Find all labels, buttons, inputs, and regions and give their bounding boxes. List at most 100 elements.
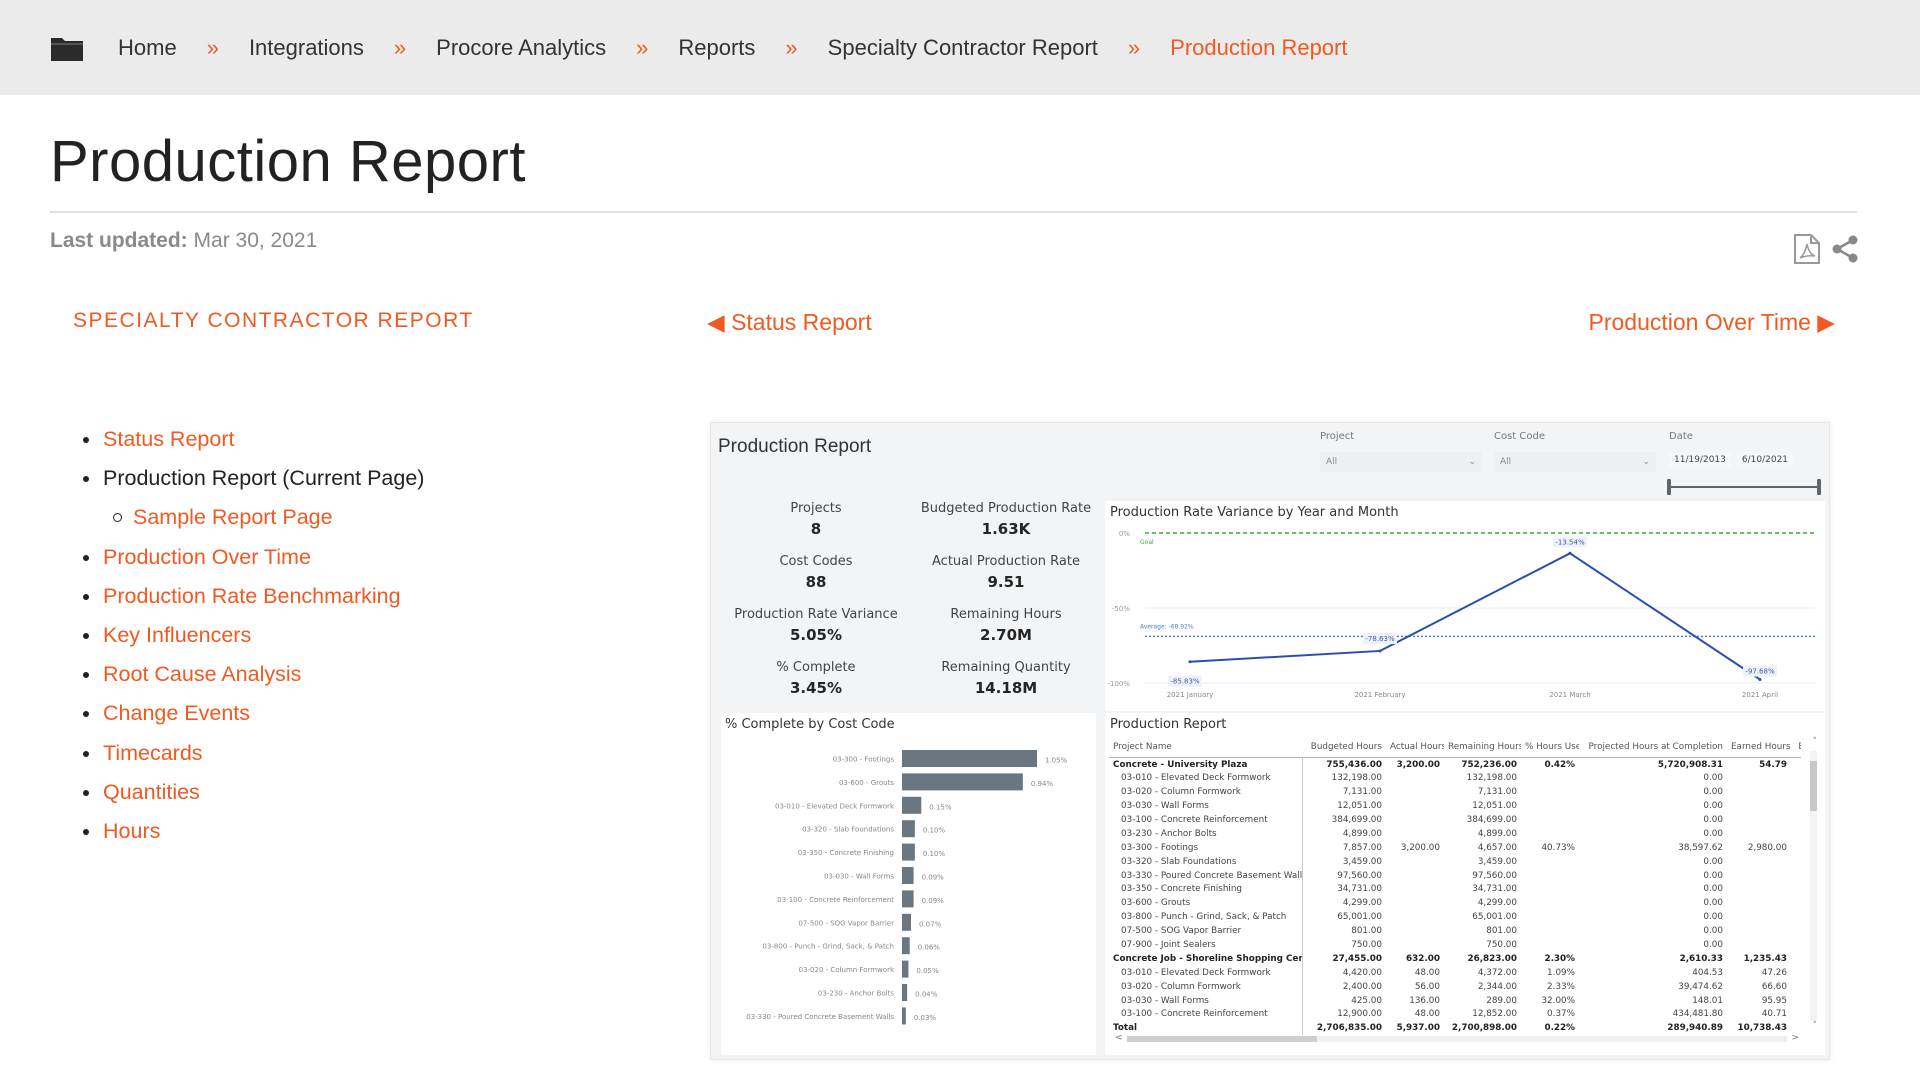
column-header[interactable]: Remaining Hours bbox=[1444, 739, 1521, 758]
table-cell: 48.00 bbox=[1414, 1009, 1440, 1020]
toc-item: Production Report (Current Page) bbox=[83, 459, 424, 498]
breadcrumb-item-procore-analytics[interactable]: Procore Analytics bbox=[436, 35, 606, 61]
table-row[interactable]: 03-100 - Concrete Reinforcement 384,699.0… bbox=[1109, 813, 1801, 827]
bar[interactable] bbox=[902, 820, 915, 838]
column-header[interactable]: Project Name bbox=[1109, 739, 1302, 758]
table-row[interactable]: 03-010 - Elevated Deck Formwork 4,420.00 4… bbox=[1109, 965, 1801, 980]
report-embed: Production Report Project All ⌄ Cost Cod… bbox=[710, 422, 1830, 1060]
table-cell bbox=[1791, 869, 1801, 883]
bar[interactable] bbox=[902, 750, 1037, 767]
scroll-left-icon[interactable]: < bbox=[1115, 1033, 1123, 1043]
table-row[interactable]: 03-020 - Column Formwork 7,131.00 7,131.00… bbox=[1109, 785, 1801, 800]
table-cell: 0.37% bbox=[1547, 1009, 1575, 1020]
project-slicer: Project All ⌄ bbox=[1320, 431, 1482, 472]
bar[interactable] bbox=[902, 960, 909, 978]
table-cell: 03-030 - Wall Forms bbox=[1109, 799, 1303, 814]
pdf-icon[interactable] bbox=[1793, 233, 1821, 265]
table-row[interactable]: 03-350 - Concrete Finishing 34,731.00 34,7… bbox=[1109, 882, 1801, 897]
toc-link-change-events[interactable]: Change Events bbox=[103, 701, 250, 726]
column-header[interactable]: Earned Hours bbox=[1727, 739, 1791, 758]
table-row[interactable]: 03-010 - Elevated Deck Formwork 132,198.0… bbox=[1109, 771, 1801, 786]
table-cell bbox=[1727, 938, 1791, 952]
table-row[interactable]: 03-030 - Wall Forms 425.00 136.00 289.00 32.… bbox=[1109, 993, 1801, 1008]
table-row[interactable]: 03-600 - Grouts 4,299.00 4,299.00 0.00 bbox=[1109, 896, 1801, 911]
scroll-down-icon[interactable]: ˅ bbox=[1813, 1021, 1818, 1031]
table-row[interactable]: 03-300 - Footings 7,857.00 3,200.00 4,657.0… bbox=[1109, 840, 1801, 855]
toc-link-status-report[interactable]: Status Report bbox=[103, 427, 234, 452]
toc-link-production-over-time[interactable]: Production Over Time bbox=[103, 545, 311, 570]
bar[interactable] bbox=[902, 867, 914, 884]
cost-code-dropdown[interactable]: All ⌄ bbox=[1494, 452, 1656, 472]
project-dropdown[interactable]: All ⌄ bbox=[1320, 452, 1482, 472]
table-row[interactable]: 07-500 - SOG Vapor Barrier 801.00 801.00 0.… bbox=[1109, 924, 1801, 939]
scroll-right-icon[interactable]: > bbox=[1791, 1033, 1799, 1043]
bar[interactable] bbox=[902, 843, 915, 861]
toc-link-root-cause-analysis[interactable]: Root Cause Analysis bbox=[103, 662, 301, 687]
table-row[interactable]: 03-020 - Column Formwork 2,400.00 56.00 2,3… bbox=[1109, 979, 1801, 994]
column-header[interactable]: Actual Hours bbox=[1386, 739, 1444, 758]
table-cell: 3,200.00 bbox=[1396, 759, 1440, 770]
bar[interactable] bbox=[902, 1007, 906, 1025]
bar[interactable] bbox=[902, 984, 908, 1001]
table-row[interactable]: 03-230 - Anchor Bolts 4,899.00 4,899.00 0.0… bbox=[1109, 826, 1801, 841]
table-row[interactable]: 03-320 - Slab Foundations 3,459.00 3,459.0… bbox=[1109, 854, 1801, 869]
prev-page-link[interactable]: ◀ Status Report bbox=[707, 309, 872, 336]
table-cell bbox=[1521, 924, 1579, 938]
toc-link-hours[interactable]: Hours bbox=[103, 819, 160, 844]
table-group-row[interactable]: Concrete Job - Shoreline Shopping Center… bbox=[1109, 951, 1801, 966]
breadcrumb-item-specialty-contractor-report[interactable]: Specialty Contractor Report bbox=[828, 35, 1098, 61]
bar[interactable] bbox=[902, 796, 922, 814]
table-vertical-scrollbar[interactable] bbox=[1810, 751, 1817, 1021]
date-start-input[interactable]: 11/19/2013 bbox=[1669, 452, 1731, 468]
table-cell bbox=[1791, 883, 1801, 897]
kpi-value: 9.51 bbox=[987, 573, 1025, 591]
table-cell: 27,455.00 bbox=[1332, 953, 1382, 964]
folder-icon[interactable] bbox=[50, 34, 84, 62]
table-cell: 12,051.00 bbox=[1472, 801, 1517, 812]
x-tick-label: 2021 January bbox=[1167, 691, 1214, 699]
column-header[interactable]: Bu bbox=[1791, 739, 1801, 758]
table-cell bbox=[1521, 869, 1579, 883]
bar[interactable] bbox=[902, 773, 1023, 791]
breadcrumb-item-home[interactable]: Home bbox=[118, 35, 177, 61]
table-cell bbox=[1791, 785, 1801, 799]
toc-link-sample-report-page[interactable]: Sample Report Page bbox=[133, 505, 333, 530]
bar[interactable] bbox=[902, 890, 914, 908]
table-cell: Concrete - University Plaza bbox=[1109, 757, 1303, 772]
table-horizontal-scrollbar[interactable] bbox=[1127, 1036, 1787, 1042]
table-total-row[interactable]: Total 2,706,835.00 5,937.00 2,700,898.00 0.2… bbox=[1109, 1021, 1801, 1036]
table-cell: 434,481.80 bbox=[1672, 1009, 1723, 1020]
table-row[interactable]: 03-800 - Punch - Grind, Sack, & Patch 65,… bbox=[1109, 910, 1801, 925]
table-cell: 750.00 bbox=[1351, 940, 1382, 951]
table-row[interactable]: 07-900 - Joint Sealers 750.00 750.00 0.00 bbox=[1109, 938, 1801, 952]
toc-link-production-rate-benchmarking[interactable]: Production Rate Benchmarking bbox=[103, 584, 401, 609]
column-header[interactable]: Budgeted Hours bbox=[1302, 739, 1386, 758]
column-header[interactable]: % Hours Used bbox=[1521, 739, 1579, 758]
table-cell bbox=[1386, 855, 1444, 869]
bar[interactable] bbox=[902, 913, 911, 931]
table-group-row[interactable]: Concrete - University Plaza 755,436.00 3,2… bbox=[1109, 757, 1801, 772]
table-row[interactable]: 03-030 - Wall Forms 12,051.00 12,051.00 0.0… bbox=[1109, 799, 1801, 814]
kpi-label: Cost Codes bbox=[779, 554, 853, 569]
next-page-link[interactable]: Production Over Time ▶ bbox=[1589, 309, 1836, 336]
breadcrumb-item-reports[interactable]: Reports bbox=[678, 35, 755, 61]
date-range-slider[interactable] bbox=[1667, 479, 1821, 495]
toc-item: Root Cause Analysis bbox=[83, 655, 424, 694]
share-icon[interactable] bbox=[1831, 234, 1859, 264]
toc-link-timecards[interactable]: Timecards bbox=[103, 741, 203, 766]
table-row[interactable]: 03-330 - Poured Concrete Basement Walls 9… bbox=[1109, 868, 1801, 883]
table-cell: 2,700,898.00 bbox=[1451, 1023, 1517, 1034]
data-label: -78.63% bbox=[1365, 635, 1395, 643]
table-cell: 3,459.00 bbox=[1342, 856, 1382, 867]
scroll-up-icon[interactable]: ˄ bbox=[1813, 737, 1818, 747]
breadcrumb-item-integrations[interactable]: Integrations bbox=[249, 35, 364, 61]
table-cell: 0.00 bbox=[1703, 898, 1723, 909]
toc-link-quantities[interactable]: Quantities bbox=[103, 780, 200, 805]
bar[interactable] bbox=[902, 937, 910, 955]
table-cell: 3,459.00 bbox=[1477, 856, 1517, 867]
column-header[interactable]: Projected Hours at Completion bbox=[1579, 739, 1727, 758]
toc-link-key-influencers[interactable]: Key Influencers bbox=[103, 623, 251, 648]
table-cell bbox=[1791, 896, 1801, 910]
date-end-input[interactable]: 6/10/2021 bbox=[1736, 452, 1794, 468]
table-row[interactable]: 03-100 - Concrete Reinforcement 12,900.00… bbox=[1109, 1007, 1801, 1022]
